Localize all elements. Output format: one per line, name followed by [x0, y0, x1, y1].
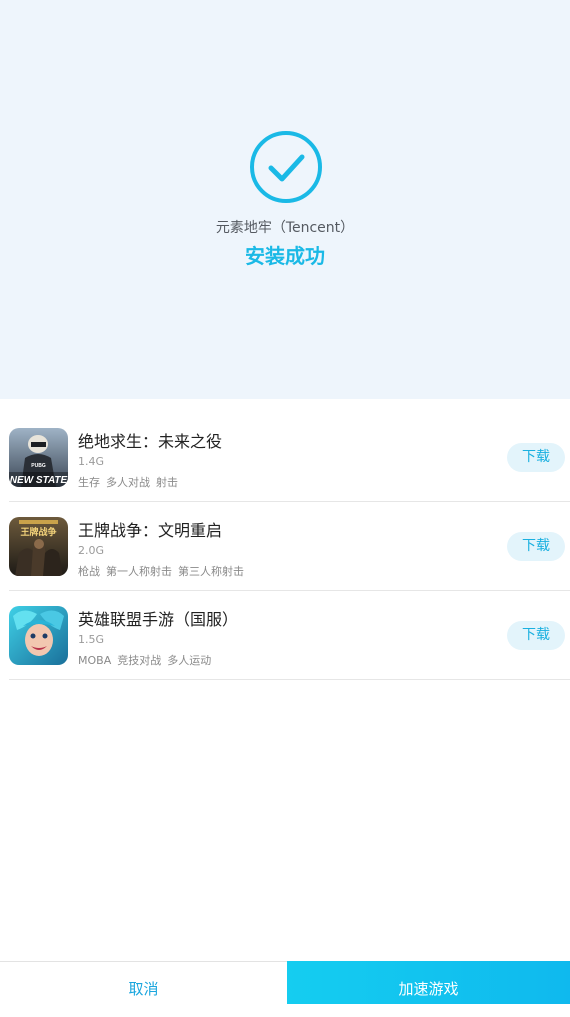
game-tags: MOBA 竞技对战 多人运动 [78, 652, 217, 668]
installed-app-name: 元素地牢（Tencent） [215, 220, 355, 236]
game-tag: 生存 [78, 476, 100, 489]
game-tag: 第三人称射击 [178, 565, 244, 578]
game-tag: MOBA [78, 654, 112, 667]
pubg-new-state-icon: PUBG NEW STATE [9, 428, 68, 487]
cancel-button[interactable]: 取消 [0, 962, 287, 1004]
game-size: 1.4G [78, 455, 105, 468]
game-size: 1.5G [78, 633, 105, 646]
game-tag: 竞技对战 [117, 654, 162, 667]
game-tag: 射击 [156, 476, 178, 489]
game-tag: 多人运动 [167, 654, 212, 667]
game-title: 英雄联盟手游（国服） [78, 610, 239, 629]
ace-war-icon: 王牌战争 [9, 517, 68, 576]
game-tags: 枪战 第一人称射击 第三人称射击 [78, 563, 250, 579]
game-size: 2.0G [78, 544, 105, 557]
game-tag: 多人对战 [106, 476, 150, 489]
game-tag: 第一人称射击 [106, 565, 172, 578]
check-circle-icon [250, 131, 322, 203]
svg-text:PUBG: PUBG [31, 463, 46, 469]
svg-text:王牌战争: 王牌战争 [20, 526, 56, 538]
game-title: 王牌战争：文明重启 [78, 521, 223, 540]
game-tag: 枪战 [78, 565, 100, 578]
list-item[interactable]: 英雄联盟手游（国服） 1.5G MOBA 竞技对战 多人运动 下载 [9, 591, 570, 680]
download-button[interactable]: 下载 [507, 621, 565, 650]
install-result-panel: 元素地牢（Tencent） 安装成功 [0, 0, 570, 399]
list-item[interactable]: PUBG NEW STATE 绝地求生：未来之役 1.4G 生存 多人对战 射击 下… [9, 413, 570, 502]
game-title: 绝地求生：未来之役 [78, 432, 223, 451]
game-tags: 生存 多人对战 射击 [78, 474, 184, 490]
accelerate-game-button[interactable]: 加速游戏 [287, 961, 570, 1004]
league-of-legends-mobile-icon [9, 606, 68, 665]
install-status: 安装成功 [245, 244, 325, 268]
download-button[interactable]: 下载 [507, 532, 565, 561]
list-item[interactable]: 王牌战争 王牌战争：文明重启 2.0G 枪战 第一人称射击 第三人称射击 下载 [9, 502, 570, 591]
svg-text:NEW STATE: NEW STATE [10, 475, 68, 486]
recommended-game-list: PUBG NEW STATE 绝地求生：未来之役 1.4G 生存 多人对战 射击 下… [0, 413, 570, 680]
bottom-action-bar: 取消 加速游戏 [0, 961, 570, 1004]
download-button[interactable]: 下载 [507, 443, 565, 472]
